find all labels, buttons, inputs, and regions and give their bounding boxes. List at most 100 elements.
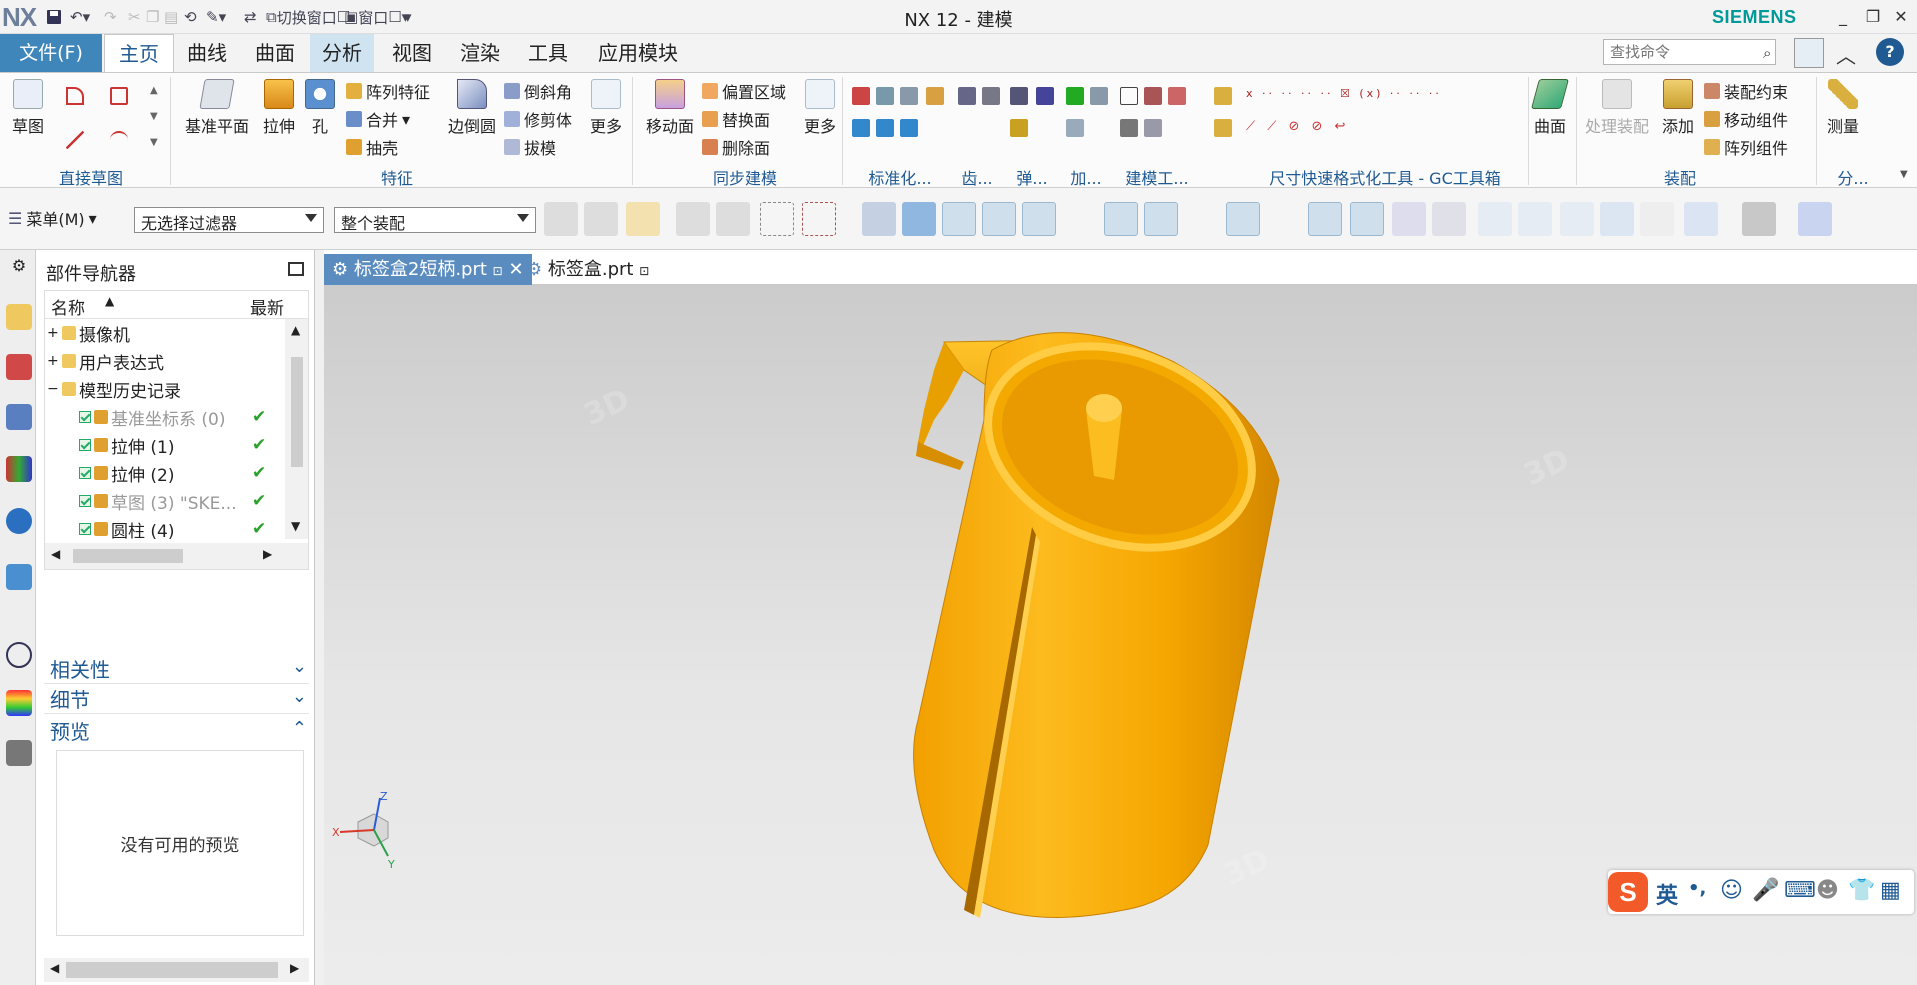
zoom-icon[interactable]: [1478, 202, 1512, 236]
visibility-checkbox[interactable]: [79, 467, 91, 479]
grid-icon[interactable]: [1432, 202, 1466, 236]
offset-region-button[interactable]: 偏置区域: [702, 79, 786, 103]
scroll-left-icon[interactable]: ◀: [51, 547, 60, 561]
reuse-library-icon[interactable]: [6, 456, 32, 482]
col-latest-header[interactable]: 最新: [250, 294, 284, 319]
build-icon-4[interactable]: [1120, 119, 1138, 137]
gear2-icon[interactable]: [982, 87, 1000, 105]
gear-icon[interactable]: [958, 87, 976, 105]
section-icon[interactable]: [1798, 202, 1832, 236]
fit-icon[interactable]: [1640, 202, 1674, 236]
render-style-icon[interactable]: [1742, 202, 1776, 236]
palette-icon[interactable]: [6, 690, 32, 716]
gc-icon-1[interactable]: [1214, 87, 1232, 105]
build-icon-3[interactable]: [1168, 87, 1186, 105]
filter-icon-1[interactable]: [544, 202, 578, 236]
mid-point-icon[interactable]: [1022, 202, 1056, 236]
existing-point-icon[interactable]: [1308, 202, 1342, 236]
emoji-icon[interactable]: ☺: [1720, 878, 1743, 903]
circle-center-icon[interactable]: [1226, 202, 1260, 236]
col-name-header[interactable]: 名称: [51, 294, 85, 319]
tree-row[interactable]: + 摄像机: [45, 319, 285, 347]
expand-icon[interactable]: ▼: [150, 137, 158, 148]
skin-icon[interactable]: 👕: [1848, 878, 1875, 903]
tree-row[interactable]: 拉伸 (2) ✔: [45, 459, 285, 487]
orient-icon[interactable]: [1600, 202, 1634, 236]
microphone-icon[interactable]: 🎤: [1752, 878, 1779, 903]
tree-row[interactable]: − 模型历史记录: [45, 375, 285, 403]
tree-row[interactable]: 草图 (3) "SKE... ✔: [45, 487, 285, 515]
keyboard-icon[interactable]: ⌨: [1784, 878, 1816, 903]
role-icon[interactable]: [6, 740, 32, 766]
gc-icon-2[interactable]: [1214, 119, 1232, 137]
history-icon[interactable]: [6, 564, 32, 590]
std-icon-3[interactable]: [900, 87, 918, 105]
point-on-curve-icon[interactable]: [1350, 202, 1384, 236]
tab-render[interactable]: 渲染: [448, 34, 512, 72]
expand-toggle-icon[interactable]: +: [47, 353, 59, 369]
body-icon[interactable]: [902, 202, 936, 236]
scroll-up-icon[interactable]: ▲: [150, 85, 158, 96]
build-icon-5[interactable]: [1144, 119, 1162, 137]
draft-button[interactable]: 拔模: [504, 135, 556, 159]
face-icon[interactable]: [862, 202, 896, 236]
hscroll-thumb[interactable]: [73, 549, 183, 563]
tab-tools[interactable]: 工具: [516, 34, 580, 72]
std-icon-5[interactable]: [876, 119, 894, 137]
rectangle-icon[interactable]: [110, 87, 128, 105]
group-add[interactable]: 加...: [1060, 165, 1112, 188]
replace-face-button[interactable]: 替换面: [702, 107, 770, 131]
snap-icon[interactable]: [676, 202, 710, 236]
profile-icon[interactable]: [66, 87, 84, 105]
pan-icon[interactable]: [1518, 202, 1552, 236]
snap2-icon[interactable]: [716, 202, 750, 236]
datum-plane-button[interactable]: 基准平面: [182, 79, 252, 137]
extrude-button[interactable]: 拉伸: [258, 79, 300, 137]
group-feature[interactable]: 特征: [172, 165, 622, 188]
gc-format-icons[interactable]: x ·· ·· ·· ·· ☒ (x) ·· ·· ··: [1246, 87, 1516, 107]
doc-tab-active[interactable]: ⚙ 标签盒2短柄.prt ⊡ ✕: [324, 254, 532, 285]
delete-face-button[interactable]: 删除面: [702, 135, 770, 159]
group-standardize[interactable]: 标准化...: [850, 165, 950, 188]
quadrant-icon[interactable]: [1268, 202, 1302, 236]
triangle-icon[interactable]: [1120, 87, 1138, 105]
scroll-left-icon[interactable]: ◀: [50, 961, 59, 975]
group-sync-modeling[interactable]: 同步建模: [640, 165, 850, 188]
tree-vscroll[interactable]: ▲ ▼: [285, 319, 308, 539]
part-navigator-icon[interactable]: [6, 404, 32, 430]
tab-surface[interactable]: 曲面: [244, 34, 306, 72]
shell-button[interactable]: 抽壳: [346, 135, 398, 159]
add-component-button[interactable]: 添加: [1658, 79, 1698, 137]
build-icon-2[interactable]: [1144, 87, 1162, 105]
sketch-button[interactable]: 草图: [6, 79, 50, 137]
section-preview[interactable]: 预览 ⌃: [44, 716, 309, 746]
pattern-component-button[interactable]: 阵列组件: [1704, 135, 1788, 159]
rotate-icon[interactable]: [1560, 202, 1594, 236]
arc-center-icon[interactable]: [1186, 202, 1220, 236]
group-modeling-tools[interactable]: 建模工...: [1112, 165, 1202, 188]
tree-row[interactable]: + 用户表达式: [45, 347, 285, 375]
move-component-button[interactable]: 移动组件: [1704, 107, 1788, 131]
collapse-ribbon-icon[interactable]: ︿: [1836, 40, 1856, 69]
clock-icon[interactable]: [6, 642, 32, 668]
file-menu[interactable]: 文件(F): [0, 34, 102, 72]
add-icon-2[interactable]: [1090, 87, 1108, 105]
restore-button[interactable]: ❐: [1860, 4, 1886, 30]
move-face-button[interactable]: 移动面: [642, 79, 698, 137]
spring2-icon[interactable]: [1010, 119, 1028, 137]
intersection-icon[interactable]: [1144, 202, 1178, 236]
surface-button[interactable]: 曲面: [1530, 79, 1570, 137]
group-assembly[interactable]: 装配: [1580, 165, 1780, 188]
expand-toggle-icon[interactable]: +: [47, 325, 59, 341]
scroll-right-icon[interactable]: ▶: [290, 961, 299, 975]
group-direct-sketch[interactable]: 直接草图: [36, 165, 146, 188]
end-point-icon[interactable]: [982, 202, 1016, 236]
add-icon-1[interactable]: [1066, 87, 1084, 105]
measure-button[interactable]: 测量: [1820, 79, 1866, 137]
scroll-down-icon[interactable]: ▼: [291, 519, 300, 533]
chamfer-button[interactable]: 倒斜角: [504, 79, 572, 103]
ime-lang-toggle[interactable]: 英: [1656, 878, 1678, 910]
visibility-checkbox[interactable]: [79, 411, 91, 423]
visibility-checkbox[interactable]: [79, 495, 91, 507]
tab-view[interactable]: 视图: [380, 34, 444, 72]
